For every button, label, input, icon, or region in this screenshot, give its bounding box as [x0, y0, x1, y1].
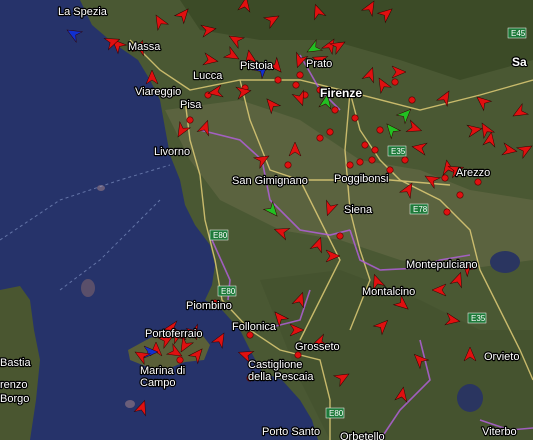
- shield-e80c: E80: [329, 409, 344, 418]
- label-montepulciano: Montepulciano: [406, 259, 478, 271]
- label-siena: Siena: [344, 204, 373, 216]
- shield-e35b: E35: [471, 314, 486, 323]
- shield-e78: E78: [413, 205, 428, 214]
- label-prato: Prato: [306, 58, 332, 70]
- label-lucca: Lucca: [193, 70, 223, 82]
- red-arrow-marker[interactable]: [210, 330, 229, 350]
- lake-trasimeno: [490, 251, 520, 273]
- map-canvas[interactable]: La Spezia Massa Viareggio Lucca Pistoia …: [0, 0, 533, 440]
- label-la-spezia: La Spezia: [58, 6, 108, 18]
- label-portoferraio: Portoferraio: [145, 328, 202, 340]
- label-san-gimignano: San Gimignano: [232, 175, 308, 187]
- label-piombino: Piombino: [186, 300, 232, 312]
- label-porto-santo: Porto Santo: [262, 426, 320, 438]
- shield-e80a: E80: [213, 231, 228, 240]
- label-arezzo: Arezzo: [456, 167, 490, 179]
- label-follonica: Follonica: [232, 321, 277, 333]
- label-viareggio: Viareggio: [135, 86, 181, 98]
- lake-bolsena: [457, 384, 483, 412]
- label-viterbo: Viterbo: [482, 426, 517, 438]
- label-sa: Sa: [512, 55, 527, 69]
- label-livorno: Livorno: [154, 146, 190, 158]
- label-grosseto: Grosseto: [295, 341, 340, 353]
- label-renzo: renzo: [0, 379, 28, 391]
- red-arrow-marker[interactable]: [133, 398, 150, 417]
- pianosa-island: [125, 400, 135, 408]
- label-firenze: Firenze: [320, 86, 362, 100]
- shield-e45: E45: [511, 29, 526, 38]
- label-marina-di-campo: Marina di Campo: [140, 365, 185, 389]
- label-massa: Massa: [128, 41, 161, 53]
- label-pistoia: Pistoia: [240, 60, 274, 72]
- label-montalcino: Montalcino: [362, 286, 415, 298]
- label-pisa: Pisa: [180, 99, 202, 111]
- label-borgo: Borgo: [0, 393, 29, 405]
- label-orbetello: Orbetello: [340, 431, 385, 440]
- shield-e35a: E35: [391, 147, 406, 156]
- map-view[interactable]: La Spezia Massa Viareggio Lucca Pistoia …: [0, 0, 533, 440]
- shield-e80b: E80: [221, 287, 236, 296]
- label-bastia: Bastia: [0, 357, 31, 369]
- capraia-island: [81, 279, 95, 297]
- blue-arrow-marker[interactable]: [64, 25, 84, 44]
- label-orvieto: Orvieto: [484, 351, 519, 363]
- label-poggibonsi: Poggibonsi: [334, 173, 388, 185]
- sea-boundaries: [0, 164, 171, 291]
